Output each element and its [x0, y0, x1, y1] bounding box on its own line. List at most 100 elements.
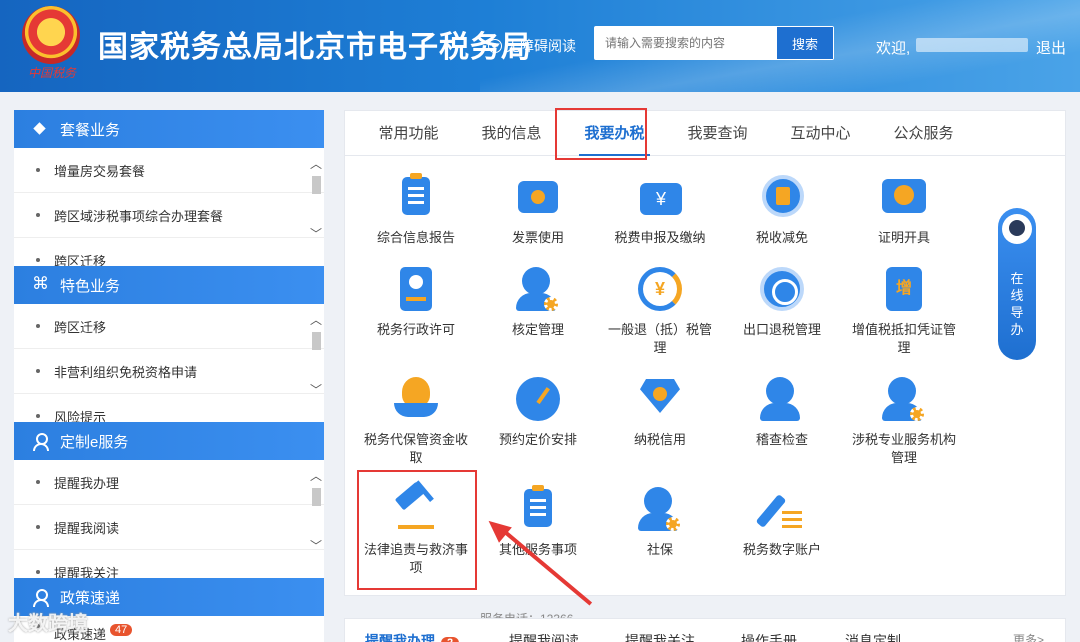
sidebar-scrollbar[interactable]: ︿ ﹀ [310, 466, 322, 566]
username-redacted [916, 38, 1028, 52]
service-item[interactable]: 税务行政许可 [355, 265, 477, 339]
highlight-box-legal [357, 470, 477, 590]
sidebar-list: 增量房交易套餐 跨区域涉税事项综合办理套餐 跨区迁移 ︿ ﹀ [14, 148, 324, 266]
ticket-icon [514, 173, 562, 221]
chevron-up-icon[interactable]: ︿ [310, 470, 322, 482]
tab-common[interactable]: 常用功能 [357, 111, 460, 156]
service-item[interactable]: 纳税信用 [599, 375, 721, 449]
search-bar: 搜索 [594, 26, 834, 60]
logout-link[interactable]: 退出 [1036, 37, 1066, 58]
wallet-icon: ¥ [636, 173, 684, 221]
sidebar-item[interactable]: 提醒我办理 [14, 460, 324, 505]
sidebar-item[interactable]: 提醒我阅读 [14, 505, 324, 550]
tab-remind-follow[interactable]: 提醒我关注 [625, 631, 695, 642]
tab-my-info[interactable]: 我的信息 [460, 111, 563, 156]
service-item[interactable]: 税务代保管资金收取 [355, 375, 477, 467]
tab-query[interactable]: 我要查询 [666, 111, 769, 156]
document-icon [392, 173, 440, 221]
diamond-icon [636, 375, 684, 423]
accessibility-label: 无障碍阅读 [506, 38, 576, 54]
person-gear-icon [514, 265, 562, 313]
service-item[interactable]: 核定管理 [477, 265, 599, 339]
more-link[interactable]: 更多> [1013, 631, 1044, 642]
service-item[interactable]: 税务数字账户 [721, 485, 843, 559]
service-item[interactable]: 发票使用 [477, 173, 599, 247]
service-item[interactable]: 出口退税管理 [721, 265, 843, 339]
search-button[interactable]: 搜索 [777, 27, 833, 59]
service-item[interactable]: 证明开具 [843, 173, 965, 247]
count-badge: 47 [110, 624, 133, 636]
tab-interaction[interactable]: 互动中心 [769, 111, 872, 156]
sidebar-section-custom: 定制e服务 提醒我办理 提醒我阅读 提醒我关注 ︿ ﹀ [14, 422, 324, 578]
sidebar-item[interactable]: 跨区域涉税事项综合办理套餐 [14, 193, 324, 238]
scroll-thumb[interactable] [312, 176, 321, 194]
medal-icon [758, 173, 806, 221]
tab-manual[interactable]: 操作手册 [741, 631, 797, 642]
sidebar-section-title: 套餐业务 [60, 121, 121, 139]
service-label: 增值税抵扣凭证管理 [851, 322, 956, 355]
site-title: 国家税务总局北京市电子税务局 [98, 31, 532, 64]
person-gear-icon [880, 375, 928, 423]
sidebar-section-header[interactable]: 定制e服务 [14, 422, 324, 460]
service-label: 税务行政许可 [376, 322, 455, 337]
service-label: 纳税信用 [633, 432, 686, 447]
person-gear-icon [636, 485, 684, 533]
accessibility-link[interactable]: 无障碍阅读 [488, 36, 576, 56]
user-icon [32, 433, 49, 451]
service-item[interactable]: ¥ 税费申报及缴纳 [599, 173, 721, 247]
refund-cycle-icon: ¥ [636, 265, 684, 313]
sidebar-item[interactable]: 跨区迁移 [14, 238, 324, 267]
tab-public-service[interactable]: 公众服务 [872, 111, 975, 156]
service-label: 一般退（抵）税管理 [607, 322, 712, 355]
person-icon [758, 375, 806, 423]
service-item[interactable]: 社保 [599, 485, 721, 559]
sidebar-section-package: 套餐业务 增量房交易套餐 跨区域涉税事项综合办理套餐 跨区迁移 ︿ ﹀ [14, 110, 324, 266]
customer-service-icon [1002, 214, 1032, 244]
tab-bar: 常用功能 我的信息 我要办税 我要查询 互动中心 公众服务 [345, 111, 1065, 156]
sidebar-scrollbar[interactable]: ︿ ﹀ [310, 310, 322, 410]
service-label: 税费申报及缴纳 [614, 230, 706, 245]
sidebar-item[interactable]: 跨区迁移 [14, 304, 324, 349]
sidebar-scrollbar[interactable]: ︿ ﹀ [310, 154, 322, 254]
sidebar-section-header[interactable]: 套餐业务 [14, 110, 324, 148]
sidebar-section-header[interactable]: 特色业务 [14, 266, 324, 304]
sidebar-item[interactable]: 非营利组织免税资格申请 [14, 349, 324, 394]
service-item[interactable]: 税收减免 [721, 173, 843, 247]
stamp-icon: 增 [880, 265, 928, 313]
chevron-down-icon[interactable]: ﹀ [310, 540, 322, 552]
service-label: 税务数字账户 [742, 542, 821, 557]
welcome-text: 欢迎, [876, 40, 911, 57]
service-label: 社保 [646, 542, 673, 557]
sidebar-section-title: 政策速递 [60, 589, 121, 607]
scroll-thumb[interactable] [312, 332, 321, 350]
service-item[interactable]: ¥ 一般退（抵）税管理 [599, 265, 721, 357]
sidebar-item[interactable]: 风险提示 [14, 394, 324, 423]
service-item[interactable]: 涉税专业服务机构管理 [843, 375, 965, 467]
service-item[interactable]: 综合信息报告 [355, 173, 477, 247]
money-bag-icon [392, 375, 440, 423]
service-item[interactable]: 预约定价安排 [477, 375, 599, 449]
chevron-down-icon[interactable]: ﹀ [310, 384, 322, 396]
sidebar-item[interactable]: 增量房交易套餐 [14, 148, 324, 193]
online-guide-button[interactable]: 在线导办 [998, 208, 1036, 360]
tab-remind-do[interactable]: 提醒我办理 2 [365, 631, 460, 642]
service-item[interactable]: 稽查检查 [721, 375, 843, 449]
scroll-thumb[interactable] [312, 488, 321, 506]
tab-label: 提醒我办理 [365, 633, 435, 642]
chevron-down-icon[interactable]: ﹀ [310, 228, 322, 240]
service-label: 税收减免 [755, 230, 808, 245]
highlight-box-tab [555, 108, 647, 160]
sidebar-item[interactable]: 提醒我关注 [14, 550, 324, 579]
chevron-up-icon[interactable]: ︿ [310, 314, 322, 326]
service-label: 核定管理 [511, 322, 564, 337]
tab-message-custom[interactable]: 消息定制 [845, 631, 901, 642]
service-item[interactable]: 增 增值税抵扣凭证管理 [843, 265, 965, 357]
search-input[interactable] [595, 27, 777, 59]
id-badge-icon [392, 265, 440, 313]
pen-icon [755, 485, 806, 533]
service-label: 证明开具 [877, 230, 930, 245]
service-label: 稽查检查 [755, 432, 808, 447]
sidebar-list: 提醒我办理 提醒我阅读 提醒我关注 ︿ ﹀ [14, 460, 324, 578]
chevron-up-icon[interactable]: ︿ [310, 158, 322, 170]
tab-remind-read[interactable]: 提醒我阅读 [509, 631, 579, 642]
